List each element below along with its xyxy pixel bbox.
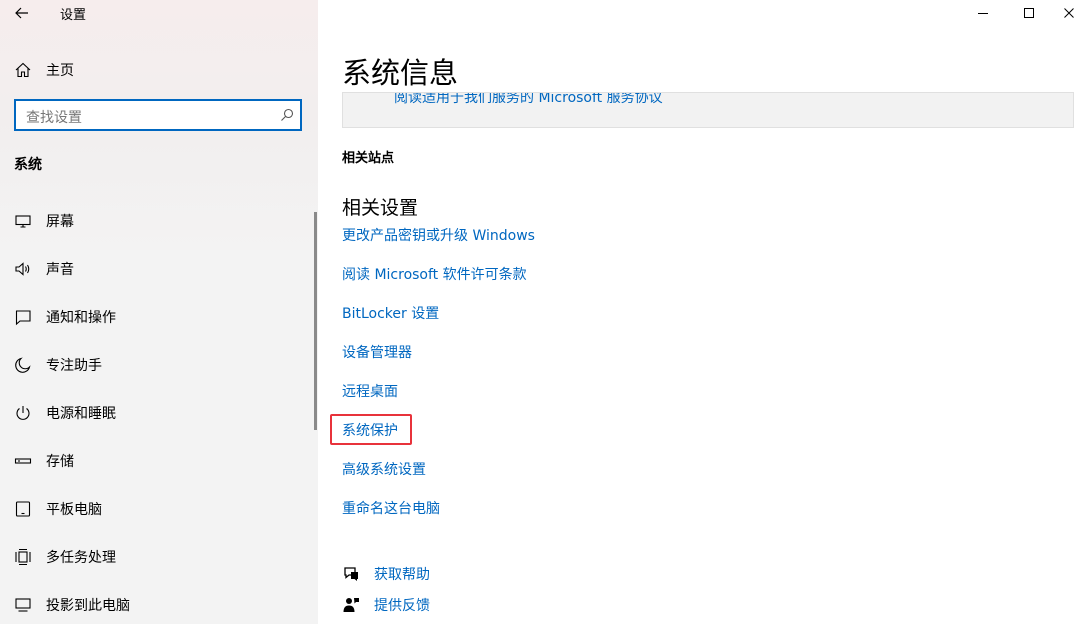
sidebar-item-home[interactable]: 主页 (0, 54, 318, 84)
sidebar-item-notifications[interactable]: 通知和操作 (0, 296, 318, 336)
feedback-label: 提供反馈 (374, 598, 430, 614)
minimize-button[interactable] (960, 0, 1006, 26)
moon-icon (15, 357, 31, 373)
display-icon (15, 215, 31, 228)
sidebar-item-multitasking[interactable]: 多任务处理 (0, 536, 318, 576)
close-icon (1064, 8, 1074, 18)
related-settings-title: 相关设置 (342, 197, 419, 219)
projection-icon (15, 598, 31, 612)
feedback-link[interactable]: 提供反馈 (342, 594, 542, 616)
sidebar-item-tablet[interactable]: 平板电脑 (0, 488, 318, 528)
page-title: 系统信息 (342, 56, 459, 90)
storage-icon (14, 458, 32, 464)
search-placeholder: 查找设置 (26, 110, 82, 126)
sidebar: 设置 主页 查找设置 系统 屏幕 声音 通知和操作 专注助手 电源和睡眠 存储 … (0, 0, 318, 624)
maximize-icon (1024, 8, 1034, 18)
get-help-label: 获取帮助 (374, 567, 430, 583)
sidebar-scrollbar[interactable] (314, 212, 317, 430)
remote-desktop-link[interactable]: 远程桌面 (342, 381, 398, 401)
bitlocker-settings-link[interactable]: BitLocker 设置 (342, 303, 439, 323)
sidebar-item-label: 屏幕 (46, 214, 74, 230)
speaker-icon (15, 262, 30, 276)
sidebar-item-label: 通知和操作 (46, 310, 116, 326)
close-button[interactable] (1046, 0, 1092, 26)
sidebar-item-label: 专注助手 (46, 358, 102, 374)
sidebar-item-power-sleep[interactable]: 电源和睡眠 (0, 392, 318, 432)
sidebar-item-label: 投影到此电脑 (46, 598, 130, 614)
rename-pc-link[interactable]: 重命名这台电脑 (342, 498, 440, 518)
sidebar-item-label: 存储 (46, 454, 74, 470)
license-terms-link[interactable]: 阅读 Microsoft 软件许可条款 (342, 264, 527, 284)
help-chat-icon (344, 567, 358, 581)
device-manager-link[interactable]: 设备管理器 (342, 342, 412, 362)
back-button[interactable] (8, 0, 36, 26)
sidebar-item-display[interactable]: 屏幕 (0, 200, 318, 240)
sidebar-item-focus-assist[interactable]: 专注助手 (0, 344, 318, 384)
power-icon (16, 406, 30, 420)
sidebar-section-title: 系统 (14, 157, 42, 173)
sidebar-item-label: 声音 (46, 262, 74, 278)
get-help-link[interactable]: 获取帮助 (342, 563, 542, 585)
service-agreement-link[interactable]: 阅读适用于我们服务的 Microsoft 服务协议 (394, 93, 663, 107)
search-input[interactable]: 查找设置 (14, 99, 302, 131)
info-card: 阅读适用于我们服务的 Microsoft 服务协议 (342, 92, 1074, 128)
sidebar-item-label: 多任务处理 (46, 550, 116, 566)
sidebar-item-projecting[interactable]: 投影到此电脑 (0, 584, 318, 624)
sidebar-item-label: 平板电脑 (46, 502, 102, 518)
search-icon (281, 108, 294, 121)
back-arrow-icon (15, 7, 28, 19)
related-sites-title: 相关站点 (342, 151, 395, 166)
sidebar-item-label: 电源和睡眠 (46, 406, 116, 422)
sidebar-item-sound[interactable]: 声音 (0, 248, 318, 288)
change-product-key-link[interactable]: 更改产品密钥或升级 Windows (342, 225, 535, 245)
sidebar-item-label: 主页 (46, 63, 74, 79)
home-icon (15, 62, 31, 78)
multitask-icon (15, 548, 31, 566)
tablet-icon (15, 501, 31, 517)
minimize-icon (978, 13, 988, 14)
sidebar-item-storage[interactable]: 存储 (0, 440, 318, 480)
app-title: 设置 (60, 8, 87, 23)
advanced-system-settings-link[interactable]: 高级系统设置 (342, 459, 426, 479)
feedback-icon (343, 598, 359, 612)
highlight-box (330, 414, 412, 445)
notification-icon (15, 310, 31, 326)
